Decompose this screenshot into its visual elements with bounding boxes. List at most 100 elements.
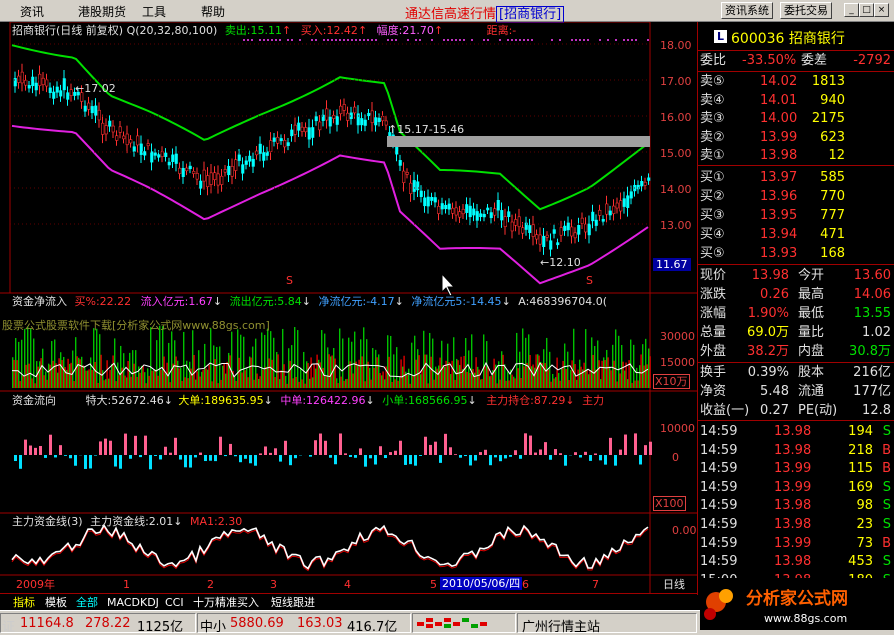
tick-row: 14:59 13.98 453 S [700,554,891,570]
tab-indicator[interactable]: 指标 [10,595,38,610]
signal-dot [631,39,633,41]
candle-body [90,106,94,114]
flow-bar-in [352,373,354,388]
sell-level-row: 卖② 13.99 623 [700,129,845,145]
flow-bar-in [580,366,582,388]
flow-bar-in [16,360,18,388]
direction-bar-up [454,454,457,455]
candle-body [402,170,406,183]
direction-bar-down [614,455,617,466]
signal-dot [259,39,261,41]
direction-bar-up [49,434,52,455]
direction-bar-down [119,455,122,469]
flow-bar-in [109,369,111,388]
direction-bar-down [409,455,412,465]
direction-bar-up [609,437,612,455]
candle-body [416,181,420,191]
flow-bar-out [627,379,629,388]
direction-bar-up [314,440,317,455]
candle-body [297,122,301,131]
station-label: 广州行情主站 [522,620,601,635]
flow-bar-in [160,369,162,388]
flow-bar-in [163,356,165,388]
flow-bar-in [289,360,291,388]
signal-dot [339,39,341,41]
flow-bar-in [217,383,219,388]
flow-bar-out [219,346,221,388]
menu-info[interactable]: 资讯 [20,3,44,20]
period-label[interactable]: 日线 [663,578,685,591]
flow-bar-out [264,334,266,388]
direction-bar-down [349,455,352,457]
direction-bar-up [644,445,647,455]
tab-template[interactable]: 模板 [42,595,70,610]
tab-precise-buy[interactable]: 十万精准买入 [190,595,262,610]
candle-body [528,225,532,233]
direction-bar-down [374,455,377,465]
menu-hk-futures[interactable]: 港股期货 [78,3,126,20]
flow-bar-in [550,381,552,388]
candle-body [276,136,280,144]
signal-dot [263,39,265,41]
signal-dot [327,39,329,41]
flow-bar-out [225,373,227,388]
flow-bar-out [237,329,239,388]
direction-bar-up [559,453,562,455]
flow-bar-out [150,327,152,388]
candle-body [108,120,112,127]
flow-bar-out [441,340,443,388]
tab-kdj[interactable]: KDJ [137,595,162,610]
direction-bar-up [219,436,222,455]
direction-bar-up [29,445,32,455]
flow-bar-in [391,381,393,388]
candle-body [104,125,108,135]
menu-tools[interactable]: 工具 [142,3,166,20]
flow-bar-in [604,360,606,388]
tab-cci[interactable]: CCI [162,595,187,610]
candle-body [339,105,343,115]
flow-bar-in [544,363,546,388]
flow-bar-out [297,330,299,388]
signal-dot [291,39,293,41]
candle-body [507,211,511,218]
flow-bar-out [27,326,29,388]
signal-dot [275,39,277,41]
candle-body [293,124,297,135]
candle-body [279,138,283,142]
flow-bar-out [189,361,191,388]
candle-body [171,154,175,162]
direction-bar-down [294,455,297,459]
candle-body [244,160,248,165]
direction-bar-down [94,455,97,456]
flow-bar-out [210,328,212,388]
direction-bar-down [279,455,282,462]
flow-bar-in [418,355,420,388]
info-system-button[interactable]: 资讯系统 [721,2,773,19]
signal-dot [355,39,357,41]
direction-bar-down [604,455,607,465]
tab-all[interactable]: 全部 [73,595,101,610]
flow-bar-out [381,375,383,388]
flow-bar-out [513,376,515,388]
flow-bar-in [235,380,237,388]
flow-bar-in [373,367,375,388]
tab-short-follow[interactable]: 短线跟进 [268,595,318,610]
direction-bar-down [69,455,72,459]
flow-bar-out [153,370,155,388]
minimize-icon[interactable]: _ [844,3,859,17]
direction-bar-up [389,452,392,455]
flow-bar-in [142,365,144,388]
flow-bar-in [469,373,471,388]
close-icon[interactable]: × [874,3,889,17]
direction-bar-up [274,448,277,455]
flow-bars [11,325,651,388]
flow-bar-in [304,383,306,388]
flow-bar-out [372,348,374,388]
trade-button[interactable]: 委托交易 [780,2,832,19]
direction-bar-down [129,455,132,459]
direction-bar-up [584,451,587,455]
restore-icon[interactable]: □ [859,3,874,17]
signal-dot [499,39,501,41]
index1-value: 11164.8 [20,616,74,631]
menu-help[interactable]: 帮助 [201,3,225,20]
